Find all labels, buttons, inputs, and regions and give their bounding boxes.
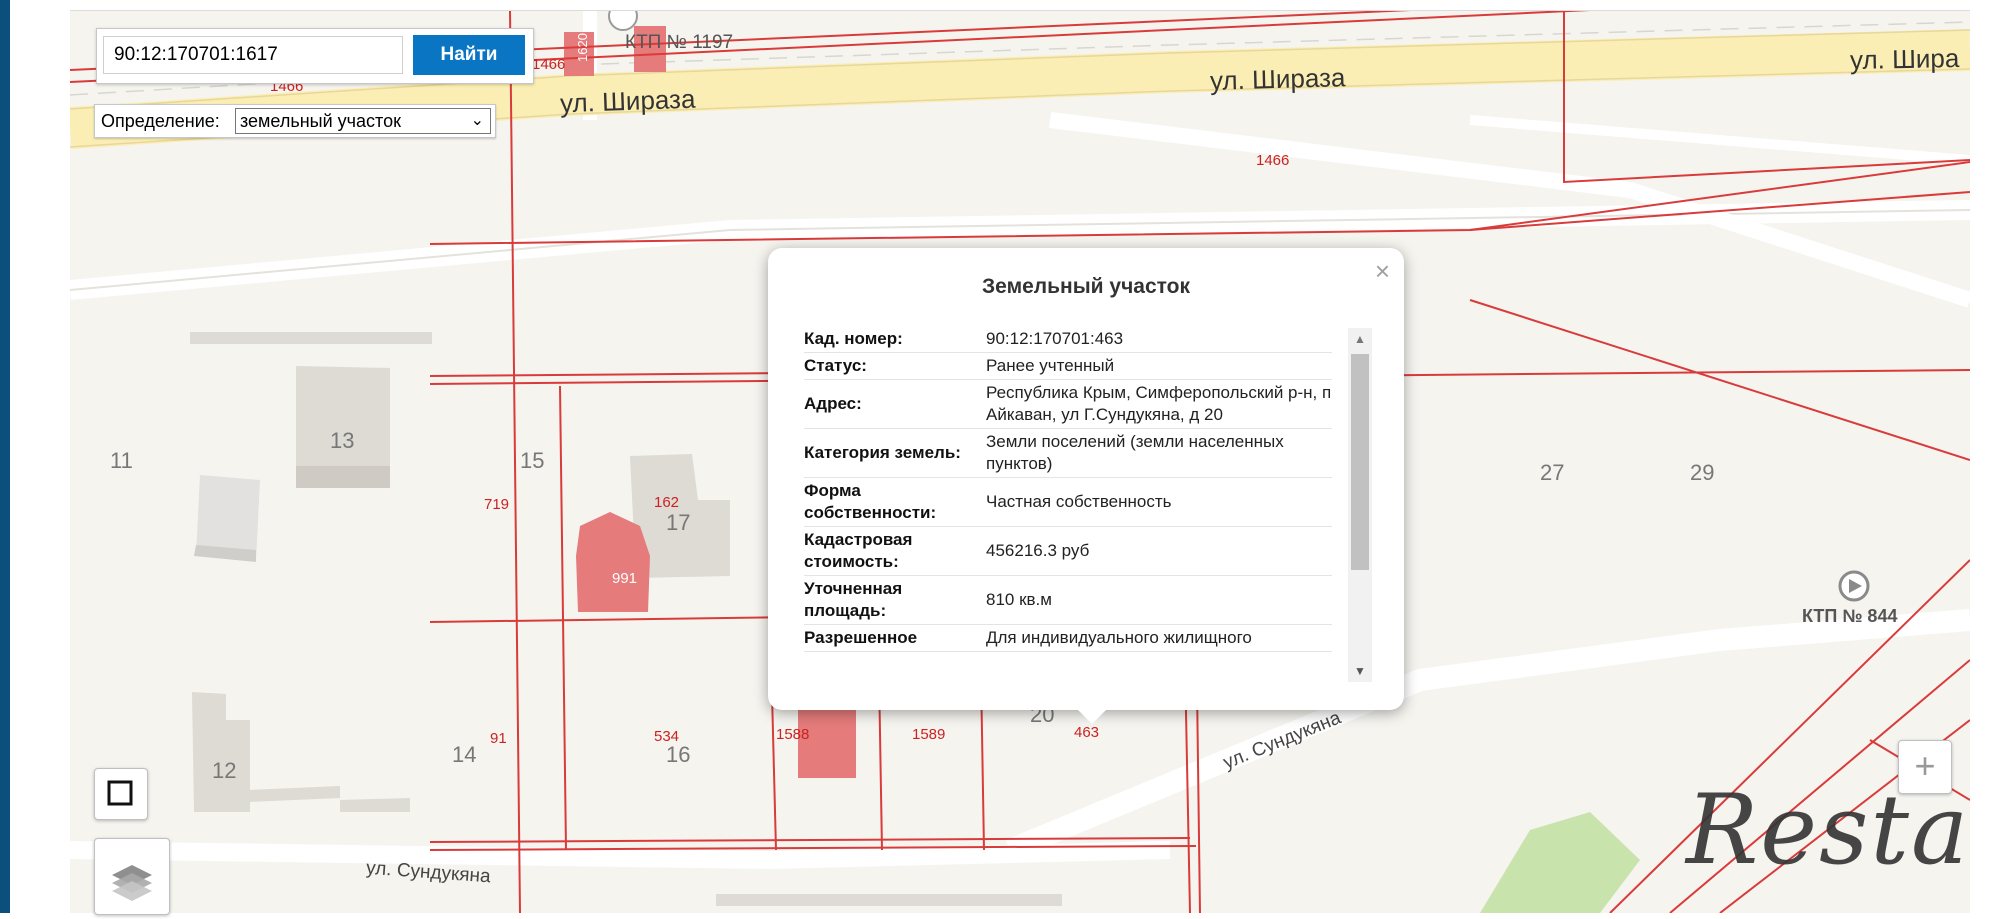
table-row: Кад. номер: 90:12:170701:463 [804, 326, 1332, 353]
attribute-key: Адрес: [804, 379, 986, 429]
attribute-value: Ранее учтенный [986, 352, 1332, 380]
parcel-label: 1466 [532, 56, 566, 73]
attribute-key: Кад. номер: [804, 326, 986, 353]
layers-button[interactable] [94, 838, 170, 915]
layers-icon [112, 865, 152, 901]
table-row: Адрес: Республика Крым, Симферопольский … [804, 379, 1332, 429]
street-label: ул. Шираза [1209, 62, 1346, 96]
search-input[interactable] [103, 36, 403, 74]
house-number: 17 [666, 510, 691, 535]
parcel-label: 991 [612, 570, 638, 587]
attribute-key: Разрешенное [804, 624, 986, 652]
parcel-label: 1620 [574, 33, 590, 62]
definition-selected-value: земельный участок [240, 111, 401, 131]
street-label: ул. Шира [1849, 43, 1960, 75]
attribute-key: Статус: [804, 352, 986, 380]
house-number: 15 [520, 448, 545, 473]
ruler-icon [107, 780, 133, 806]
attributes-table: Кад. номер: 90:12:170701:463 Статус: Ран… [804, 326, 1332, 652]
house-number: 27 [1540, 460, 1565, 485]
attribute-key: Форма собственности: [804, 477, 986, 527]
parcel-label: 1466 [1256, 152, 1290, 169]
popup-pointer [1076, 708, 1108, 724]
house-number: 14 [452, 742, 477, 767]
definition-panel: Определение: земельный участок ⌄ [94, 104, 496, 138]
restate-watermark: Restate [1686, 774, 1970, 886]
house-number: 29 [1690, 460, 1715, 485]
table-row: Уточненная площадь: 810 кв.м [804, 575, 1332, 625]
attribute-value: Земли поселений (земли населенных пункто… [986, 428, 1332, 478]
parcel-label: 91 [490, 730, 507, 747]
popup-scrollbar-thumb[interactable] [1351, 354, 1369, 570]
right-border [1970, 0, 2000, 913]
table-row: Разрешенное Для индивидуального жилищног… [804, 624, 1332, 652]
zoom-in-button[interactable]: + [1898, 740, 1952, 794]
attribute-key: Категория земель: [804, 428, 986, 478]
ktp-label: КТП № 844 [1802, 606, 1898, 626]
parcel-label: 719 [484, 496, 510, 513]
parcel-info-popup: × Земельный участок Кад. номер: 90:12:17… [768, 248, 1404, 710]
table-row: Статус: Ранее учтенный [804, 352, 1332, 380]
attribute-value: 90:12:170701:463 [986, 326, 1332, 353]
attribute-key: Уточненная площадь: [804, 575, 986, 625]
chevron-down-icon: ⌄ [470, 112, 484, 129]
house-number: 16 [666, 742, 691, 767]
definition-select[interactable]: земельный участок ⌄ [235, 108, 491, 134]
scroll-down-icon[interactable]: ▼ [1348, 660, 1372, 682]
parcel-label: 463 [1074, 724, 1100, 741]
scroll-up-icon[interactable]: ▲ [1348, 328, 1372, 350]
parcel-label: 534 [654, 728, 680, 745]
table-row: Категория земель: Земли поселений (земли… [804, 428, 1332, 478]
cadastral-search-panel: Найти [96, 28, 534, 84]
house-number: 13 [330, 428, 355, 453]
popup-attributes[interactable]: Кад. номер: 90:12:170701:463 Статус: Ран… [804, 326, 1352, 684]
attribute-value: Частная собственность [986, 477, 1332, 527]
top-border [70, 0, 1970, 11]
left-panel-edge [0, 0, 10, 913]
attribute-value: Республика Крым, Симферопольский р-н, п … [986, 379, 1332, 429]
parcel-label: 1589 [912, 726, 946, 743]
house-number: 12 [212, 758, 237, 783]
search-button[interactable]: Найти [413, 35, 525, 75]
definition-label: Определение: [101, 111, 220, 131]
measure-tool-button[interactable] [94, 768, 148, 820]
parcel-label: 1588 [776, 726, 810, 743]
parcel-label: 162 [654, 494, 680, 511]
attribute-value: Для индивидуального жилищного [986, 624, 1332, 652]
table-row: Форма собственности: Частная собственнос… [804, 477, 1332, 527]
house-number: 11 [110, 448, 133, 473]
ktp-label: КТП № 1197 [625, 32, 734, 53]
attribute-value: 456216.3 руб [986, 526, 1332, 576]
attribute-value: 810 кв.м [986, 575, 1332, 625]
attribute-key: Кадастровая стоимость: [804, 526, 986, 576]
table-row: Кадастровая стоимость: 456216.3 руб [804, 526, 1332, 576]
street-label: ул. Шираза [559, 83, 696, 119]
popup-title: Земельный участок [982, 275, 1190, 298]
